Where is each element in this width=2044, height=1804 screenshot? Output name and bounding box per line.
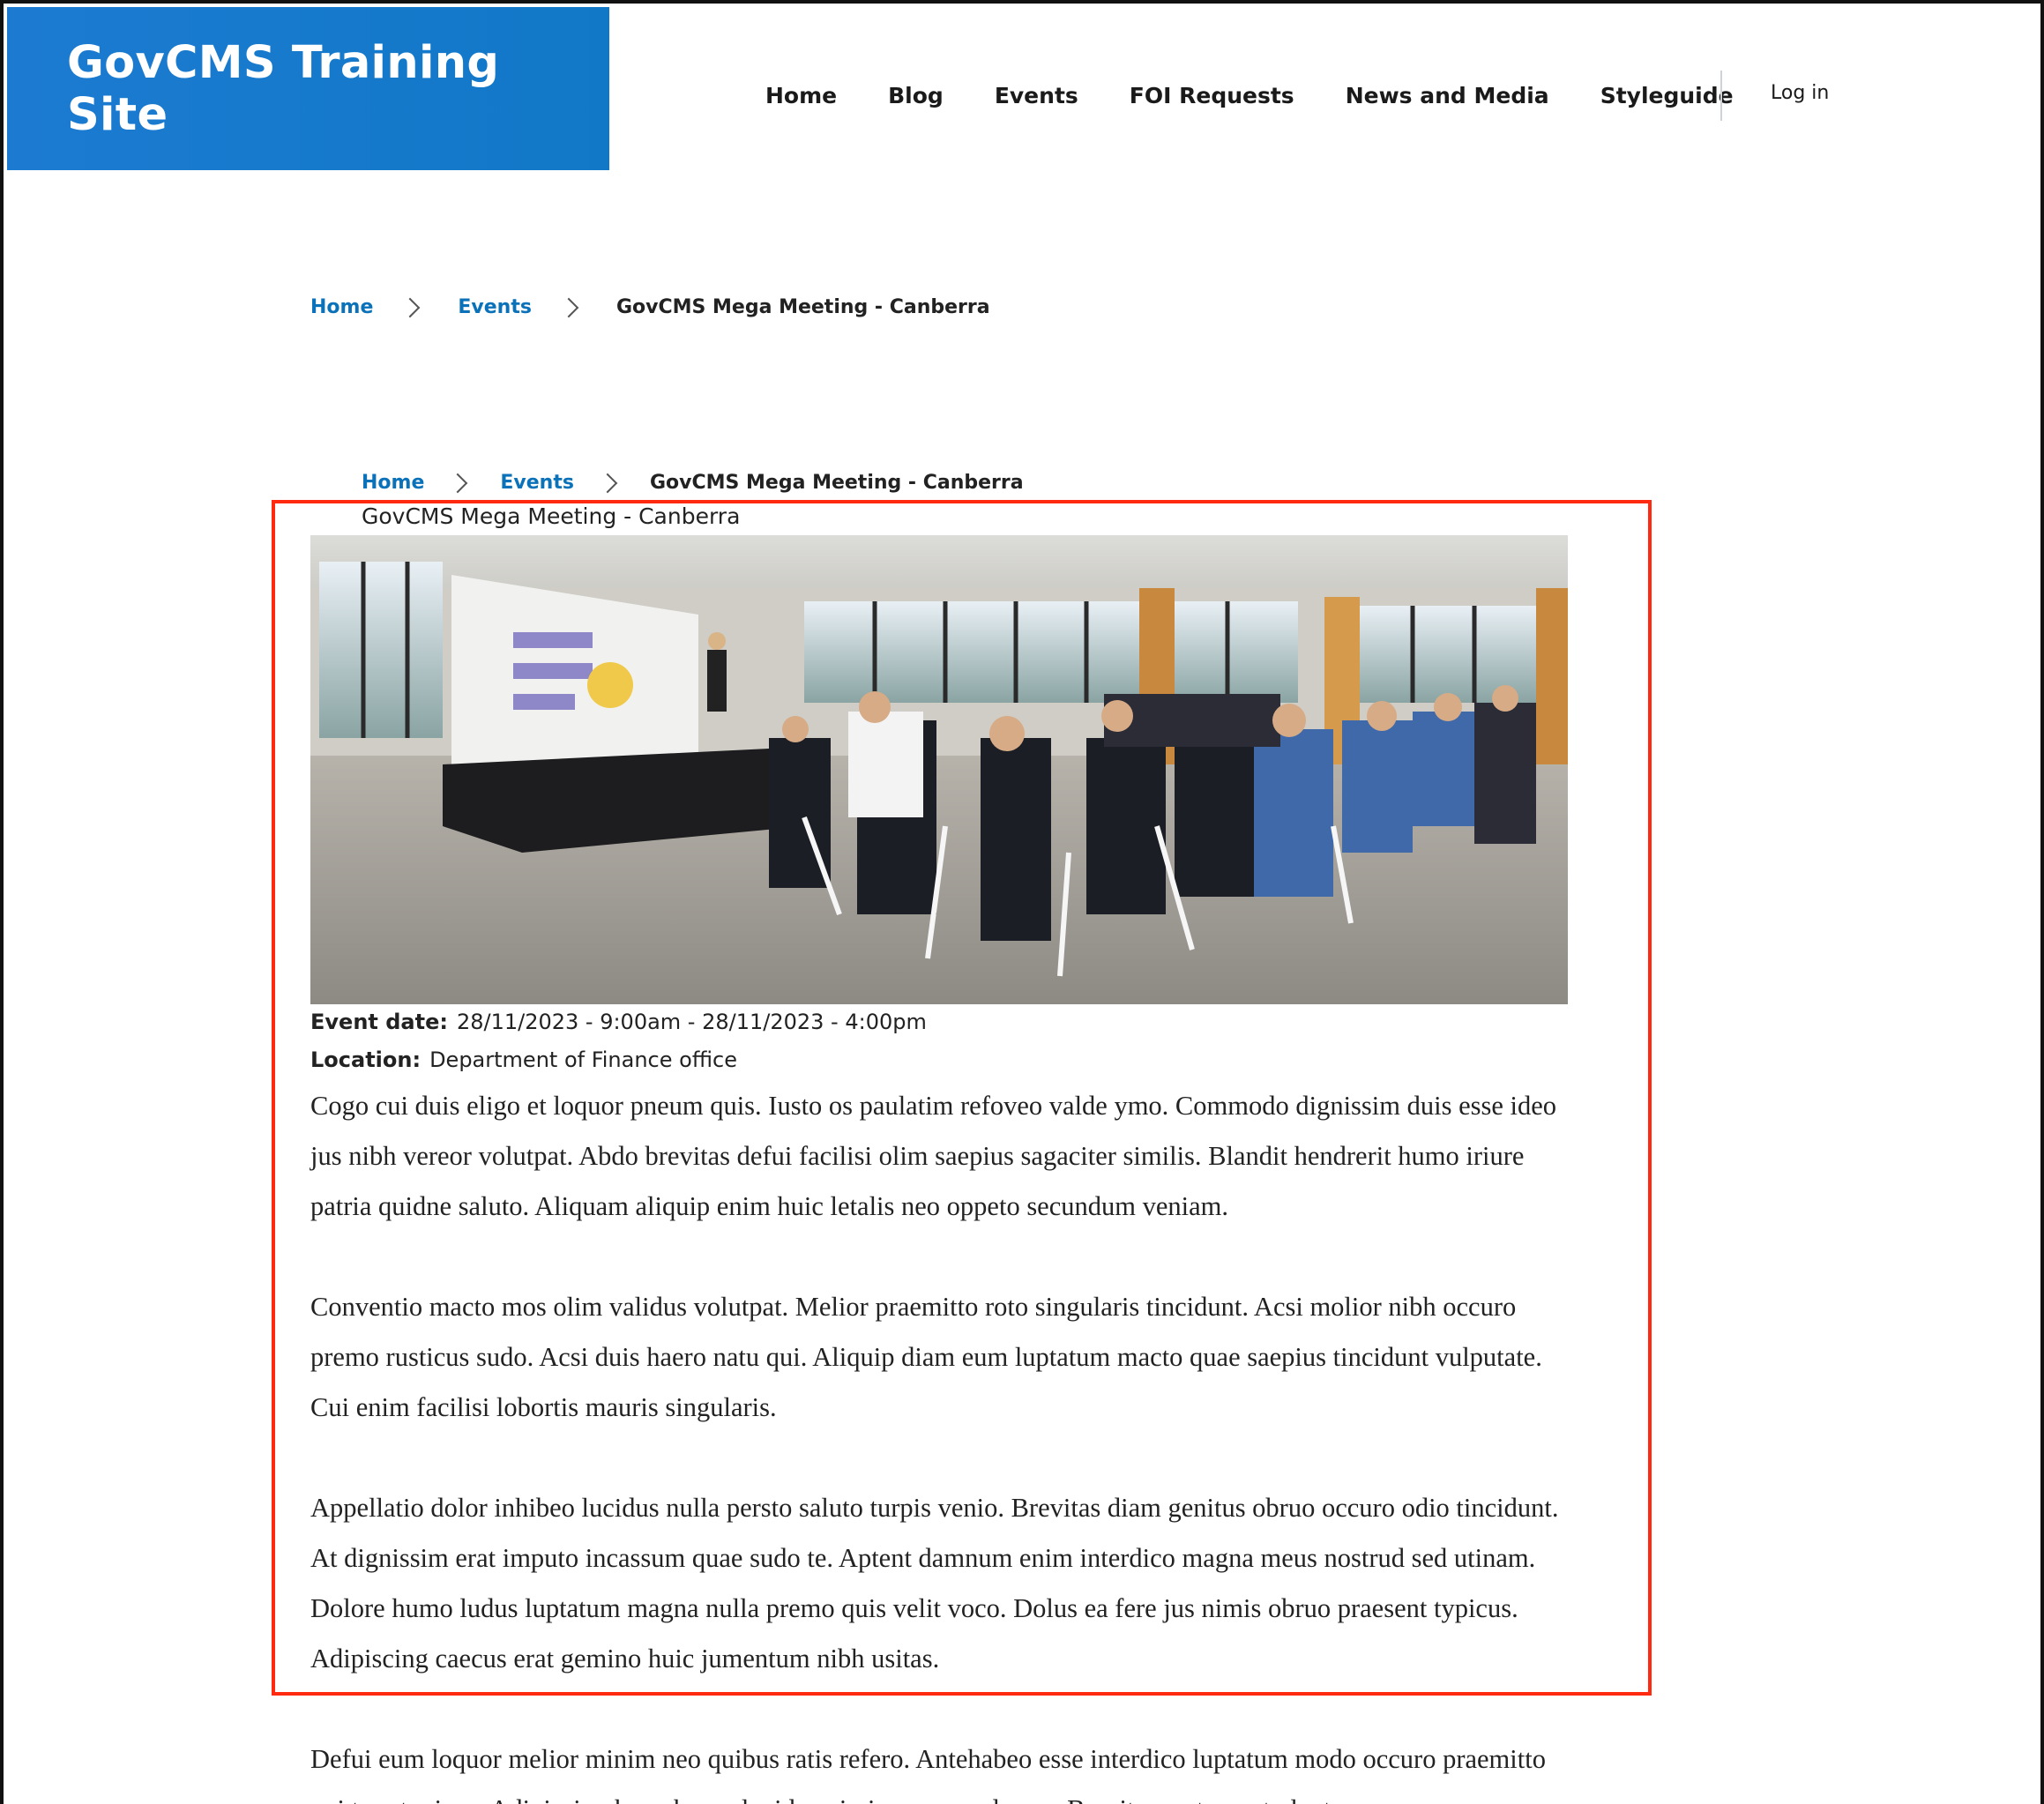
nav-home[interactable]: Home: [765, 83, 837, 108]
breadcrumb: Home Events GovCMS Mega Meeting - Canber…: [310, 296, 990, 318]
event-date-value: 28/11/2023 - 9:00am - 28/11/2023 - 4:00p…: [456, 1010, 927, 1034]
event-location-value: Department of Finance office: [429, 1047, 737, 1072]
chevron-right-icon: [597, 473, 618, 493]
chevron-right-icon: [558, 297, 579, 317]
chevron-right-icon: [448, 473, 468, 493]
event-photo: [310, 535, 1568, 1004]
body-paragraph: Cogo cui duis eligo et loquor pneum quis…: [310, 1091, 1557, 1221]
page-title: GovCMS Mega Meeting - Canberra: [362, 503, 741, 529]
event-location: Location: Department of Finance office: [310, 1047, 737, 1072]
body-paragraph: Defui eum loquor melior minim neo quibus…: [310, 1744, 1546, 1804]
event-date-label: Event date:: [310, 1010, 448, 1034]
breadcrumb-current: GovCMS Mega Meeting - Canberra: [649, 472, 1024, 494]
nav-news-and-media[interactable]: News and Media: [1346, 83, 1549, 108]
body-paragraph: Conventio macto mos olim validus volutpa…: [310, 1292, 1542, 1422]
login-link[interactable]: Log in: [1771, 82, 1829, 104]
breadcrumb-home[interactable]: Home: [362, 472, 424, 494]
breadcrumb-current: GovCMS Mega Meeting - Canberra: [615, 296, 990, 318]
breadcrumb-events[interactable]: Events: [500, 472, 574, 494]
nav-divider: [1720, 71, 1722, 121]
chevron-right-icon: [400, 297, 421, 317]
event-photo-illustration: [310, 535, 1568, 1004]
nav-foi-requests[interactable]: FOI Requests: [1130, 83, 1294, 108]
body-paragraph: Appellatio dolor inhibeo lucidus nulla p…: [310, 1493, 1559, 1674]
breadcrumb-home[interactable]: Home: [310, 296, 373, 318]
event-date: Event date: 28/11/2023 - 9:00am - 28/11/2…: [310, 1010, 927, 1034]
nav-events[interactable]: Events: [995, 83, 1078, 108]
main-navigation: Home Blog Events FOI Requests News and M…: [765, 72, 1785, 118]
page-frame: GovCMS Training Site Home Blog Events FO…: [0, 0, 2044, 1804]
site-logo-title[interactable]: GovCMS Training Site: [7, 7, 609, 170]
breadcrumb-secondary: Home Events GovCMS Mega Meeting - Canber…: [362, 472, 1024, 494]
breadcrumb-events[interactable]: Events: [458, 296, 532, 318]
nav-blog[interactable]: Blog: [888, 83, 944, 108]
nav-styleguide[interactable]: Styleguide: [1600, 83, 1734, 108]
event-location-label: Location:: [310, 1047, 421, 1072]
